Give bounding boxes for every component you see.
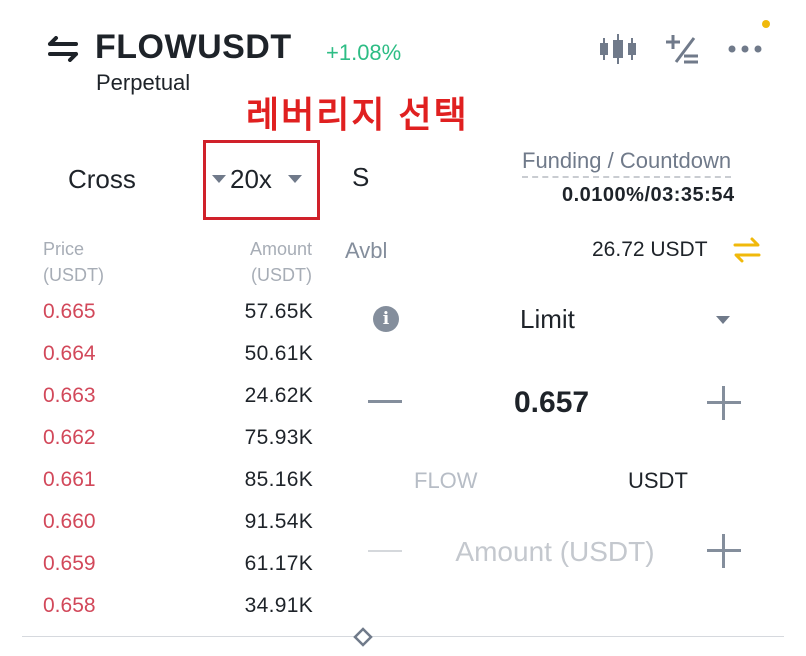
ask-price: 0.662 <box>43 426 96 449</box>
available-balance-label: Avbl <box>345 238 388 263</box>
ask-amount: 57.65K <box>244 300 313 323</box>
symbol-title[interactable]: FLOWUSDT <box>95 28 292 67</box>
price-change-percent: +1.08% <box>326 40 402 65</box>
orderbook-row[interactable]: 0.665 57.65K <box>43 300 313 330</box>
ask-amount: 91.54K <box>244 510 313 533</box>
ask-price: 0.658 <box>43 594 96 617</box>
orderbook-row[interactable]: 0.663 24.62K <box>43 384 313 414</box>
more-icon[interactable] <box>727 38 763 60</box>
orderbook-row[interactable]: 0.659 61.17K <box>43 552 313 582</box>
percent-calculator-icon[interactable] <box>664 32 700 66</box>
orderbook-row[interactable]: 0.662 75.93K <box>43 426 313 456</box>
unit-tab-flow[interactable]: FLOW <box>414 468 478 494</box>
position-mode-button[interactable]: S <box>352 162 369 193</box>
ask-amount: 75.93K <box>244 426 313 449</box>
ask-price: 0.660 <box>43 510 96 533</box>
notification-dot-icon <box>762 20 770 28</box>
candlestick-chart-icon[interactable] <box>598 32 638 66</box>
orderbook-row[interactable]: 0.661 85.16K <box>43 468 313 498</box>
chevron-down-icon <box>287 175 302 183</box>
available-balance-value: 26.72 USDT <box>592 238 708 261</box>
orderbook-row[interactable]: 0.660 91.54K <box>43 510 313 540</box>
price-input-value[interactable]: 0.657 <box>514 386 589 420</box>
orderbook-amount-header[interactable]: Amount (USDT) <box>200 236 312 288</box>
funding-countdown-value: 0.0100%/03:35:54 <box>562 184 735 206</box>
leverage-selector[interactable]: 20x <box>230 162 302 196</box>
ask-amount: 34.91K <box>244 594 313 617</box>
ask-price: 0.661 <box>43 468 96 491</box>
swap-icon[interactable] <box>46 36 80 62</box>
ask-amount: 61.17K <box>244 552 313 575</box>
ask-price: 0.664 <box>43 342 96 365</box>
price-decrease-button[interactable] <box>368 400 402 403</box>
leverage-annotation: 레버리지 선택 <box>246 94 469 135</box>
orderbook-row[interactable]: 0.658 34.91K <box>43 594 313 624</box>
unit-tab-usdt[interactable]: USDT <box>628 468 688 494</box>
info-icon[interactable]: i <box>373 306 399 332</box>
slider-track[interactable] <box>22 636 784 637</box>
transfer-icon[interactable] <box>732 236 762 264</box>
chevron-down-icon[interactable] <box>716 316 730 324</box>
ask-amount: 24.62K <box>244 384 313 407</box>
funding-countdown-label[interactable]: Funding / Countdown <box>522 148 732 178</box>
amount-input[interactable] <box>420 532 690 572</box>
price-increase-button[interactable] <box>707 386 741 420</box>
amount-increase-button[interactable] <box>707 534 741 568</box>
ask-amount: 85.16K <box>244 468 313 491</box>
orderbook-row[interactable]: 0.664 50.61K <box>43 342 313 372</box>
margin-mode-label: Cross <box>68 163 136 194</box>
order-type-label[interactable]: Limit <box>520 304 575 335</box>
orderbook-price-header: Price (USDT) <box>43 239 104 285</box>
leverage-label: 20x <box>230 163 272 194</box>
ask-price: 0.659 <box>43 552 96 575</box>
contract-type-label: Perpetual <box>96 70 191 95</box>
ask-price: 0.665 <box>43 300 96 323</box>
slider-handle-icon[interactable] <box>352 626 374 648</box>
ask-amount: 50.61K <box>244 342 313 365</box>
ask-price: 0.663 <box>43 384 96 407</box>
amount-decrease-button[interactable] <box>368 550 402 552</box>
